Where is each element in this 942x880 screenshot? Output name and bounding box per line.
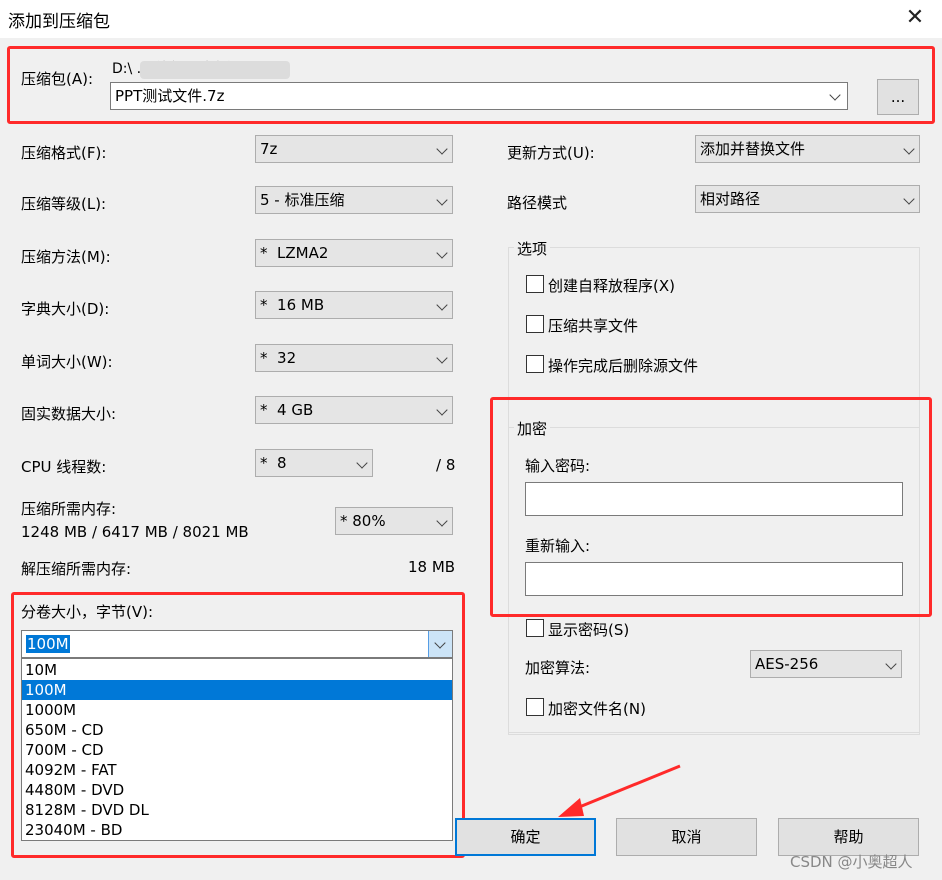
show-password-label[interactable]: 显示密码(S)	[548, 619, 629, 640]
chevron-down-icon	[903, 193, 915, 205]
annotation-box-volume	[11, 592, 465, 858]
dict-label: 字典大小(D):	[21, 300, 110, 318]
level-value: 5 - 标准压缩	[260, 191, 345, 209]
path-mode-value: 相对路径	[700, 190, 761, 208]
mem-decompress-value: 18 MB	[408, 558, 456, 576]
options-title: 选项	[514, 238, 551, 259]
word-select[interactable]: * 32	[255, 344, 453, 372]
update-value: 添加并替换文件	[700, 140, 806, 158]
encryption-method-label: 加密算法:	[525, 659, 591, 677]
shared-label[interactable]: 压缩共享文件	[548, 315, 638, 336]
mem-percent-select[interactable]: * 80%	[335, 507, 453, 535]
threads-select[interactable]: * 8	[255, 449, 373, 477]
format-value: 7z	[260, 140, 278, 158]
watermark: CSDN @小奥超人	[790, 853, 913, 871]
solid-value: * 4 GB	[260, 401, 314, 419]
mem-decompress-label: 解压缩所需内存:	[21, 560, 132, 578]
encrypt-names-label[interactable]: 加密文件名(N)	[548, 698, 646, 719]
annotation-arrow-icon	[558, 764, 681, 817]
sfx-label[interactable]: 创建自释放程序(X)	[548, 275, 675, 296]
window-title: 添加到压缩包	[8, 12, 110, 32]
format-label: 压缩格式(F):	[21, 144, 107, 162]
sfx-checkbox[interactable]	[526, 275, 544, 293]
chevron-down-icon	[903, 143, 915, 155]
method-label: 压缩方法(M):	[21, 248, 111, 266]
path-mode-label: 路径模式	[507, 194, 568, 212]
method-value: * LZMA2	[260, 244, 329, 262]
chevron-down-icon	[356, 457, 368, 469]
level-label: 压缩等级(L):	[21, 195, 107, 213]
chevron-down-icon	[436, 404, 448, 416]
chevron-down-icon	[436, 515, 448, 527]
threads-label: CPU 线程数:	[21, 458, 107, 476]
encryption-method-select[interactable]: AES-256	[750, 650, 902, 678]
mem-compress-label: 压缩所需内存:	[21, 500, 117, 518]
encryption-method-value: AES-256	[755, 655, 819, 673]
annotation-box-archive	[7, 46, 935, 124]
mem-percent-value: * 80%	[340, 512, 386, 530]
chevron-down-icon	[885, 658, 897, 670]
solid-label: 固实数据大小:	[21, 405, 117, 423]
delete-label[interactable]: 操作完成后删除源文件	[548, 355, 698, 376]
chevron-down-icon	[436, 143, 448, 155]
cancel-button[interactable]: 取消	[616, 818, 757, 856]
annotation-box-encryption	[490, 397, 932, 617]
update-select[interactable]: 添加并替换文件	[695, 135, 920, 163]
path-mode-select[interactable]: 相对路径	[695, 185, 920, 213]
ok-button[interactable]: 确定	[455, 818, 596, 856]
threads-value: * 8	[260, 454, 287, 472]
mem-compress-value: 1248 MB / 6417 MB / 8021 MB	[21, 523, 249, 541]
method-select[interactable]: * LZMA2	[255, 239, 453, 267]
close-icon[interactable]: ✕	[900, 2, 930, 34]
delete-checkbox[interactable]	[526, 355, 544, 373]
chevron-down-icon	[436, 352, 448, 364]
chevron-down-icon	[436, 247, 448, 259]
chevron-down-icon	[436, 194, 448, 206]
show-password-checkbox[interactable]	[526, 619, 544, 637]
solid-select[interactable]: * 4 GB	[255, 396, 453, 424]
chevron-down-icon	[436, 299, 448, 311]
format-select[interactable]: 7z	[255, 135, 453, 163]
shared-checkbox[interactable]	[526, 315, 544, 333]
threads-total: / 8	[436, 456, 456, 474]
update-label: 更新方式(U):	[507, 144, 595, 162]
title-bar: 添加到压缩包 ✕	[0, 0, 942, 38]
word-label: 单词大小(W):	[21, 353, 113, 371]
encrypt-names-checkbox[interactable]	[526, 698, 544, 716]
dict-select[interactable]: * 16 MB	[255, 291, 453, 319]
dict-value: * 16 MB	[260, 296, 325, 314]
level-select[interactable]: 5 - 标准压缩	[255, 186, 453, 214]
word-value: * 32	[260, 349, 297, 367]
